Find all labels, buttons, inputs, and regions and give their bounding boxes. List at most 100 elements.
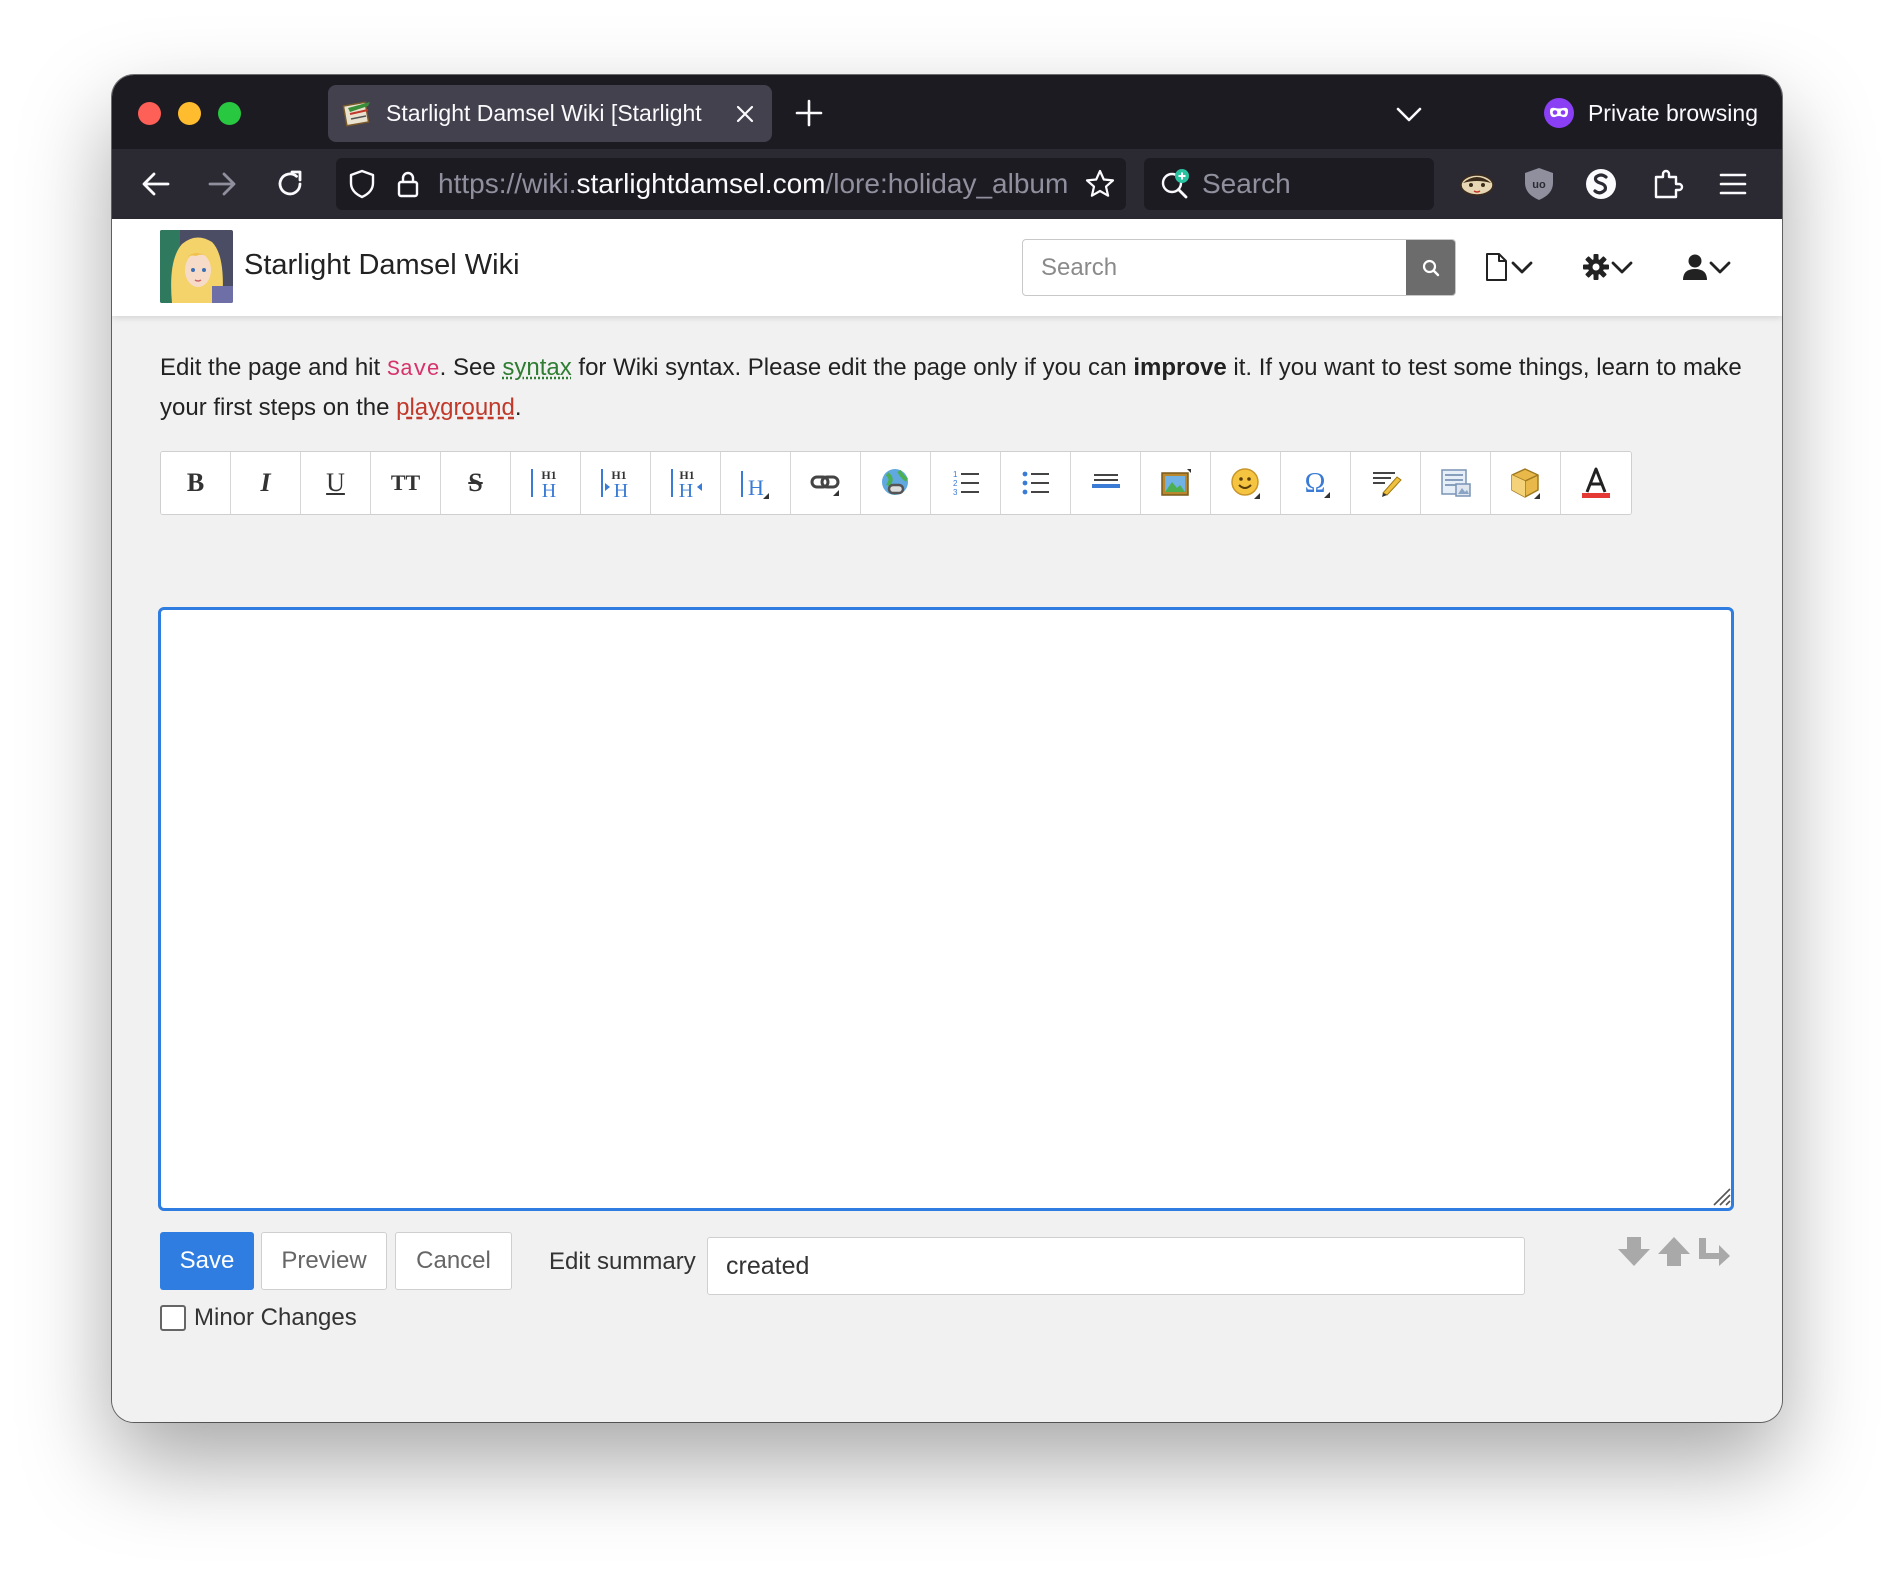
- search-engine-icon: [1161, 169, 1189, 199]
- edit-intro: Edit the page and hit Save. See syntax f…: [160, 349, 1750, 427]
- ordered-list-button[interactable]: 1 2 3: [931, 452, 1001, 514]
- svg-text:1: 1: [953, 470, 958, 479]
- chevron-down-icon: [1511, 261, 1533, 274]
- bold-icon: B: [186, 468, 205, 497]
- ublock-origin-extension-icon[interactable]: uo: [1520, 165, 1558, 203]
- intro-improve: improve: [1133, 354, 1227, 381]
- underline-button[interactable]: U: [301, 452, 371, 514]
- heading-menu-button[interactable]: H: [721, 452, 791, 514]
- playground-link[interactable]: playground: [396, 394, 515, 421]
- app-menu-hamburger-icon[interactable]: [1714, 165, 1752, 203]
- higher-heading-button[interactable]: H1 H: [651, 452, 721, 514]
- s-extension-icon[interactable]: [1582, 165, 1620, 203]
- forward-icon[interactable]: [204, 166, 240, 202]
- package-box-icon: [1510, 468, 1540, 499]
- resize-grip-icon[interactable]: [1708, 1183, 1732, 1207]
- lock-icon[interactable]: [392, 168, 424, 200]
- zoom-window-button[interactable]: [218, 102, 241, 125]
- heading-higher-icon: H1 H: [670, 468, 702, 501]
- wiki-favicon-icon: [342, 100, 370, 127]
- browser-search-placeholder: Search: [1202, 168, 1291, 199]
- quick-erase-button[interactable]: [1351, 452, 1421, 514]
- editor-toolbar: B I U TT S H1 H H1 H H1 H H 1 2 3 Ω: [160, 451, 1632, 515]
- tab-title: Starlight Damsel Wiki [Starlight: [386, 100, 702, 126]
- monospace-button[interactable]: TT: [371, 452, 441, 514]
- cancel-button[interactable]: Cancel: [395, 1232, 512, 1290]
- media-manager-button[interactable]: [1421, 452, 1491, 514]
- privacy-badger-extension-icon[interactable]: [1458, 165, 1496, 203]
- url-scheme: https://wiki.: [438, 168, 577, 199]
- navigation-toolbar: https://wiki.starlightdamsel.com/lore:ho…: [112, 149, 1782, 219]
- private-browsing-indicator: Private browsing: [1543, 95, 1758, 131]
- user-tools-menu[interactable]: [1682, 249, 1732, 285]
- preview-button[interactable]: Preview: [261, 1232, 387, 1290]
- shrink-editor-arrow-up-icon[interactable]: [1655, 1235, 1693, 1269]
- minor-changes-option[interactable]: Minor Changes: [160, 1304, 357, 1332]
- wiki-search-button[interactable]: [1406, 240, 1455, 295]
- italic-button[interactable]: I: [231, 452, 301, 514]
- unordered-list-button[interactable]: [1001, 452, 1071, 514]
- link-chain-icon: [810, 475, 839, 496]
- media-manager-icon: [1440, 469, 1471, 497]
- edit-summary-input[interactable]: [707, 1237, 1525, 1295]
- private-browsing-label: Private browsing: [1587, 99, 1758, 126]
- horizontal-rule-button[interactable]: [1071, 452, 1141, 514]
- minor-changes-label: Minor Changes: [194, 1304, 357, 1331]
- url-bar[interactable]: https://wiki.starlightdamsel.com/lore:ho…: [336, 158, 1126, 210]
- url-path: /lore:holiday_album: [825, 168, 1069, 199]
- svg-text:2: 2: [953, 479, 958, 488]
- reload-icon[interactable]: [272, 166, 308, 202]
- intro-save-ref: Save: [386, 357, 440, 382]
- unordered-list-icon: [1022, 471, 1049, 495]
- search-icon: [1422, 259, 1439, 276]
- tracking-protection-shield-icon[interactable]: [346, 168, 378, 200]
- browser-window: Starlight Damsel Wiki [Starlight Private…: [112, 75, 1782, 1422]
- site-tools-menu[interactable]: [1582, 249, 1634, 285]
- enlarge-editor-arrow-down-icon[interactable]: [1615, 1235, 1653, 1269]
- bold-button[interactable]: B: [161, 452, 231, 514]
- strikethrough-button[interactable]: S: [441, 452, 511, 514]
- intro-text: .: [514, 394, 522, 421]
- gear-icon: [1583, 254, 1609, 280]
- page-content: Starlight Damsel Wiki Search Edit the pa…: [112, 219, 1782, 1422]
- extensions-puzzle-icon[interactable]: [1648, 165, 1686, 203]
- url-text[interactable]: https://wiki.starlightdamsel.com/lore:ho…: [438, 168, 1076, 200]
- svg-text:uo: uo: [1532, 179, 1546, 191]
- syntax-link[interactable]: syntax: [502, 354, 571, 381]
- wiki-search-input[interactable]: [1023, 240, 1406, 295]
- smileys-button[interactable]: [1211, 452, 1281, 514]
- list-all-tabs-icon[interactable]: [1394, 99, 1424, 129]
- bookmark-star-icon[interactable]: [1084, 168, 1116, 200]
- chevron-down-icon: [1611, 261, 1633, 274]
- page-tools-menu[interactable]: [1484, 249, 1534, 285]
- wiki-text-editor[interactable]: [158, 607, 1734, 1211]
- plugin-button[interactable]: [1491, 452, 1561, 514]
- wiki-search-form: [1022, 239, 1456, 296]
- close-tab-icon[interactable]: [732, 101, 758, 127]
- minimize-window-button[interactable]: [178, 102, 201, 125]
- same-level-heading-button[interactable]: H1 H: [511, 452, 581, 514]
- close-window-button[interactable]: [138, 102, 161, 125]
- new-tab-icon[interactable]: [793, 97, 825, 129]
- toggle-wrap-arrow-icon[interactable]: [1695, 1235, 1733, 1269]
- link-button[interactable]: [791, 452, 861, 514]
- minor-changes-checkbox[interactable]: [160, 1305, 186, 1331]
- save-button[interactable]: Save: [160, 1232, 254, 1290]
- site-title[interactable]: Starlight Damsel Wiki: [244, 249, 520, 282]
- signature-pen-icon: [1372, 472, 1402, 497]
- svg-text:H: H: [613, 480, 627, 501]
- text-color-button[interactable]: [1561, 452, 1631, 514]
- svg-text:H: H: [748, 475, 764, 500]
- private-mask-icon: [1543, 98, 1574, 128]
- external-link-button[interactable]: [861, 452, 931, 514]
- special-chars-button[interactable]: Ω: [1281, 452, 1351, 514]
- browser-tab[interactable]: Starlight Damsel Wiki [Starlight: [328, 85, 772, 142]
- lower-heading-button[interactable]: H1 H: [581, 452, 651, 514]
- wiki-logo[interactable]: [160, 230, 233, 303]
- horizontal-rule-icon: [1091, 474, 1120, 488]
- add-image-button[interactable]: [1141, 452, 1211, 514]
- browser-search-box[interactable]: Search: [1144, 158, 1434, 210]
- back-icon[interactable]: [138, 166, 174, 202]
- text-color-icon: [1582, 467, 1610, 498]
- strikethrough-icon: S: [468, 468, 483, 497]
